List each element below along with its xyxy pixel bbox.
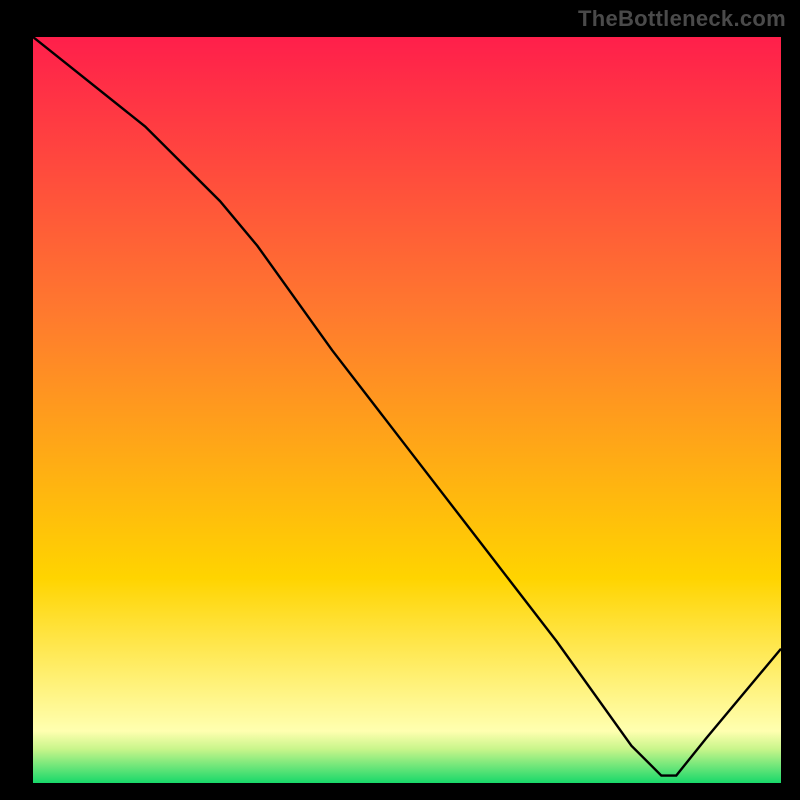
background-gradient-main bbox=[33, 37, 781, 731]
background-gradient-green-band bbox=[33, 731, 781, 783]
attribution-text: TheBottleneck.com bbox=[578, 6, 786, 32]
chart-plot-area bbox=[30, 34, 784, 786]
